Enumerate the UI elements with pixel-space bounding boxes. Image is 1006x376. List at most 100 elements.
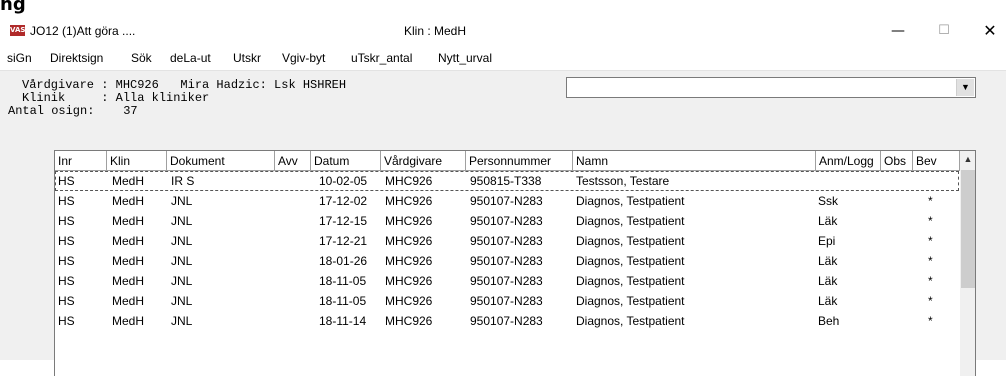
cell-vardgivare: MHC926 — [385, 294, 433, 308]
menu-direktsign[interactable]: Direktsign — [50, 51, 103, 65]
cell-klin: MedH — [112, 214, 145, 228]
column-header-avv[interactable]: Avv — [275, 151, 311, 171]
cell-inr: HS — [58, 234, 75, 248]
column-header-datum[interactable]: Datum — [311, 151, 381, 171]
column-header-namn[interactable]: Namn — [573, 151, 816, 171]
cell-anm-logg: Läk — [818, 254, 838, 268]
cell-bev: * — [928, 294, 933, 308]
minimize-button[interactable]: — — [875, 16, 921, 46]
cell-datum: 18-11-14 — [319, 314, 367, 328]
chevron-down-icon[interactable]: ▼ — [956, 79, 974, 96]
column-header-inr[interactable]: Inr — [55, 151, 107, 171]
table-row[interactable]: HS MedH JNL 17-12-02 MHC926 950107-N283 Diagno… — [55, 191, 959, 211]
cell-klin: MedH — [112, 294, 145, 308]
table-row[interactable]: HS MedH JNL 18-01-26 MHC926 950107-N283 Diagno… — [55, 251, 959, 271]
cell-datum: 17-12-02 — [319, 194, 368, 208]
background-page-strip: ng — [0, 0, 1006, 16]
cell-personnummer: 950107-N283 — [470, 194, 543, 208]
menu-dela-ut[interactable]: deLa-ut — [170, 51, 211, 65]
cell-personnummer: 950107-N283 — [470, 274, 543, 288]
menu-utskr-antal[interactable]: uTskr_antal — [351, 51, 412, 65]
cell-anm-logg: Epi — [818, 234, 836, 248]
cell-datum: 18-01-26 — [319, 254, 368, 268]
cell-personnummer: 950107-N283 — [470, 234, 543, 248]
cell-vardgivare: MHC926 — [385, 254, 433, 268]
cell-personnummer: 950107-N283 — [470, 254, 543, 268]
maximize-button[interactable]: ☐ — [921, 16, 967, 46]
filter-combobox[interactable]: ▼ — [566, 77, 976, 98]
cell-inr: HS — [58, 214, 75, 228]
column-header-anm-logg[interactable]: Anm/Logg — [816, 151, 881, 171]
cell-anm-logg: Läk — [818, 274, 838, 288]
column-header-bev[interactable]: Bev — [913, 151, 960, 171]
application-window: VAS JO12 (1)Att göra .... Klin : MedH — … — [0, 16, 1006, 376]
table-row[interactable]: HS MedH JNL 18-11-14 MHC926 950107-N283 Diagno… — [55, 311, 959, 331]
cell-klin: MedH — [112, 254, 145, 268]
menu-utskr[interactable]: Utskr — [233, 51, 261, 65]
menu-vgiv-byt[interactable]: Vgiv-byt — [282, 51, 325, 65]
column-header-personnummer[interactable]: Personnummer — [466, 151, 573, 171]
table-row[interactable]: HS MedH IR S 10-02-05 MHC926 950815-T338 Tests… — [55, 171, 959, 191]
table-row[interactable]: HS MedH JNL 17-12-15 MHC926 950107-N283 Diagno… — [55, 211, 959, 231]
cell-anm-logg: Beh — [818, 314, 840, 328]
cell-personnummer: 950107-N283 — [470, 214, 543, 228]
document-table: Inr Klin Dokument Avv Datum Vårdgivare P… — [54, 150, 976, 376]
cell-bev: * — [928, 314, 933, 328]
vertical-scrollbar[interactable]: ▲ — [960, 151, 975, 376]
cell-namn: Diagnos, Testpatient — [576, 254, 685, 268]
cell-bev: * — [928, 274, 933, 288]
cell-vardgivare: MHC926 — [385, 314, 433, 328]
cell-datum: 17-12-15 — [319, 214, 368, 228]
title-bar[interactable]: VAS JO12 (1)Att göra .... Klin : MedH — … — [0, 16, 1006, 46]
table-row[interactable]: HS MedH JNL 18-11-05 MHC926 950107-N283 Diagno… — [55, 271, 959, 291]
cell-personnummer: 950815-T338 — [470, 174, 542, 188]
cell-inr: HS — [58, 254, 75, 268]
cell-namn: Diagnos, Testpatient — [576, 214, 685, 228]
column-header-dokument[interactable]: Dokument — [167, 151, 275, 171]
cell-vardgivare: MHC926 — [385, 174, 433, 188]
cell-bev: * — [928, 194, 933, 208]
scrollbar-thumb[interactable] — [961, 170, 975, 288]
cell-vardgivare: MHC926 — [385, 234, 433, 248]
close-button[interactable]: ✕ — [967, 16, 1006, 46]
table-row[interactable]: HS MedH JNL 18-11-05 MHC926 950107-N283 Diagno… — [55, 291, 959, 311]
cell-personnummer: 950107-N283 — [470, 294, 543, 308]
cell-dokument: JNL — [171, 294, 193, 308]
cell-datum: 18-11-05 — [319, 294, 367, 308]
cell-klin: MedH — [112, 314, 145, 328]
cell-vardgivare: MHC926 — [385, 274, 433, 288]
column-header-vardgivare[interactable]: Vårdgivare — [381, 151, 466, 171]
background-heading-fragment: ng — [0, 0, 26, 15]
cell-inr: HS — [58, 174, 75, 188]
cell-namn: Diagnos, Testpatient — [576, 194, 685, 208]
cell-inr: HS — [58, 294, 75, 308]
menu-nytt-urval[interactable]: Nytt_urval — [438, 51, 492, 65]
scroll-up-icon[interactable]: ▲ — [960, 151, 975, 168]
cell-dokument: IR S — [171, 174, 195, 188]
cell-dokument: JNL — [171, 214, 193, 228]
column-header-klin[interactable]: Klin — [107, 151, 167, 171]
cell-klin: MedH — [112, 194, 145, 208]
menu-sok[interactable]: Sök — [131, 51, 152, 65]
column-header-obs[interactable]: Obs — [881, 151, 913, 171]
cell-dokument: JNL — [171, 274, 193, 288]
cell-vardgivare: MHC926 — [385, 214, 433, 228]
window-clinic-title: Klin : MedH — [404, 24, 467, 38]
cell-vardgivare: MHC926 — [385, 194, 433, 208]
cell-namn: Diagnos, Testpatient — [576, 234, 685, 248]
cell-anm-logg: Ssk — [818, 194, 839, 208]
cell-inr: HS — [58, 194, 75, 208]
cell-bev: * — [928, 234, 933, 248]
cell-klin: MedH — [112, 274, 145, 288]
cell-personnummer: 950107-N283 — [470, 314, 543, 328]
cell-anm-logg: Läk — [818, 214, 838, 228]
cell-namn: Diagnos, Testpatient — [576, 314, 685, 328]
cell-klin: MedH — [112, 234, 145, 248]
table-row[interactable]: HS MedH JNL 17-12-21 MHC926 950107-N283 Diagno… — [55, 231, 959, 251]
menu-sign[interactable]: siGn — [7, 51, 32, 65]
app-icon[interactable]: VAS — [10, 25, 25, 36]
cell-inr: HS — [58, 314, 75, 328]
cell-klin: MedH — [112, 174, 145, 188]
cell-datum: 10-02-05 — [319, 174, 368, 188]
cell-dokument: JNL — [171, 254, 193, 268]
